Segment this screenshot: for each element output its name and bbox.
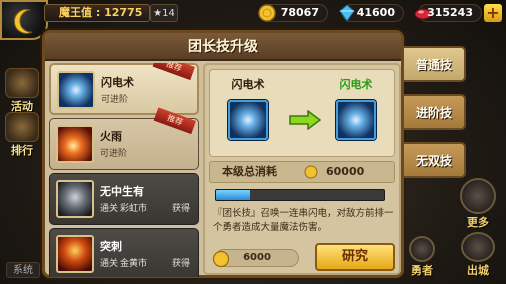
leader-skill-dialog: 团长技升级 闪电术 可进阶 推荐 火雨 可进阶 推荐 无中生有 通关 彩虹市 获… (42, 30, 404, 278)
gold-counter: 78067 (258, 4, 328, 22)
player-avatar[interactable] (0, 0, 48, 40)
tab-ultimate-skill[interactable]: 无双技 (404, 142, 466, 178)
player-title-value: 12775 (104, 6, 143, 19)
gold-coin-icon (212, 250, 230, 268)
activity-button[interactable]: 活动 (2, 68, 42, 114)
level-value: 14 (162, 8, 175, 19)
gem-value: 315243 (427, 6, 473, 19)
crystal-icon (339, 4, 355, 22)
recommend-ribbon: 推荐 (152, 63, 195, 81)
current-skill-name: 闪电术 (231, 78, 265, 91)
tab-normal-skill[interactable]: 普通技 (404, 46, 466, 82)
next-skill-icon (336, 100, 376, 140)
skill-obtain-status: 获得 (171, 259, 190, 269)
skill-list[interactable]: 闪电术 可进阶 推荐 火雨 可进阶 推荐 无中生有 通关 彩虹市 获得 突刺 通… (49, 63, 199, 277)
skill-item-fire-rain[interactable]: 火雨 可进阶 推荐 (49, 107, 199, 170)
player-title-bar: 魔王值 : 12775 (44, 4, 150, 22)
arrow-right-icon (289, 110, 322, 130)
crystal-counter: 41600 (339, 4, 404, 22)
skill-name: 闪电术 (101, 76, 134, 89)
skill-source: 通关 (100, 204, 119, 214)
upgrade-preview: 闪电术 闪电术 (209, 69, 395, 157)
top-bar: 魔王值 : 12775 ★14 78067 41600 315243 + (0, 0, 506, 40)
player-title-label: 魔王值 (59, 6, 92, 19)
system-button[interactable]: 系统 (6, 262, 40, 278)
skill-name: 突刺 (100, 240, 122, 253)
skill-item-spike[interactable]: 突刺 通关 金黄市 获得 (49, 228, 199, 277)
gold-coin-icon (304, 165, 318, 179)
exit-city-label: 出城 (467, 264, 489, 277)
ranking-label: 排行 (11, 144, 33, 157)
skill-obtain-status: 获得 (171, 204, 190, 214)
add-currency-button[interactable]: + (484, 4, 502, 22)
trophy-icon (5, 112, 39, 142)
cost-label: 本级总消耗 (222, 165, 277, 178)
hero-label: 勇者 (411, 264, 433, 277)
gold-coin-icon (258, 4, 276, 22)
crystal-value: 41600 (356, 6, 395, 19)
more-button[interactable]: 更多 (456, 178, 500, 230)
lightning-sword-icon (57, 71, 95, 109)
more-label: 更多 (467, 216, 489, 229)
armor-icon (56, 180, 94, 218)
star-icon: ★ (153, 8, 163, 19)
hero-icon (409, 236, 435, 262)
colon-separator: : (95, 6, 101, 19)
skill-name: 火雨 (100, 130, 122, 143)
total-cost-row: 本级总消耗 60000 (209, 161, 395, 183)
study-cost-value: 6000 (243, 252, 271, 263)
study-button[interactable]: 研究 (315, 243, 395, 271)
activity-icon (5, 68, 39, 98)
ranking-button[interactable]: 排行 (2, 112, 42, 158)
dialog-title: 团长技升级 (45, 33, 401, 61)
skill-status: 可进阶 (100, 149, 128, 159)
more-icon (460, 178, 496, 214)
tab-advanced-skill[interactable]: 进阶技 (404, 94, 466, 130)
crown-spike-icon (56, 235, 94, 273)
level-badge: ★14 (150, 4, 178, 22)
skill-detail-panel: 闪电术 闪电术 本级总消耗 60000 『团长技』召唤一连串闪电，对敌方前排一个… (203, 63, 401, 275)
fire-rain-icon (56, 125, 94, 163)
current-skill-icon (228, 100, 268, 140)
skill-status: 可进阶 (101, 95, 129, 105)
skill-item-armor[interactable]: 无中生有 通关 彩虹市 获得 (49, 173, 199, 225)
cost-value: 60000 (326, 165, 365, 178)
skill-name: 无中生有 (100, 185, 144, 198)
gold-value: 78067 (280, 6, 319, 19)
moon-emblem-icon (13, 8, 33, 34)
next-skill-name: 闪电术 (339, 78, 373, 91)
progress-fill (216, 190, 250, 200)
castle-icon (461, 232, 495, 262)
skill-location: 彩虹市 (120, 204, 148, 214)
study-cost: 6000 (212, 249, 299, 268)
skill-description: 『团长技』召唤一连串闪电，对敌方前排一个勇者造成大量魔法伤害。 (213, 208, 394, 233)
skill-source: 通关 (100, 259, 119, 269)
skill-location: 金黄市 (120, 259, 148, 269)
hero-button[interactable]: 勇者 (404, 236, 440, 278)
gem-counter: 315243 (414, 4, 482, 22)
exit-city-button[interactable]: 出城 (454, 232, 502, 278)
upgrade-progress-bar (215, 189, 385, 201)
skill-item-lightning[interactable]: 闪电术 可进阶 推荐 (49, 63, 199, 115)
